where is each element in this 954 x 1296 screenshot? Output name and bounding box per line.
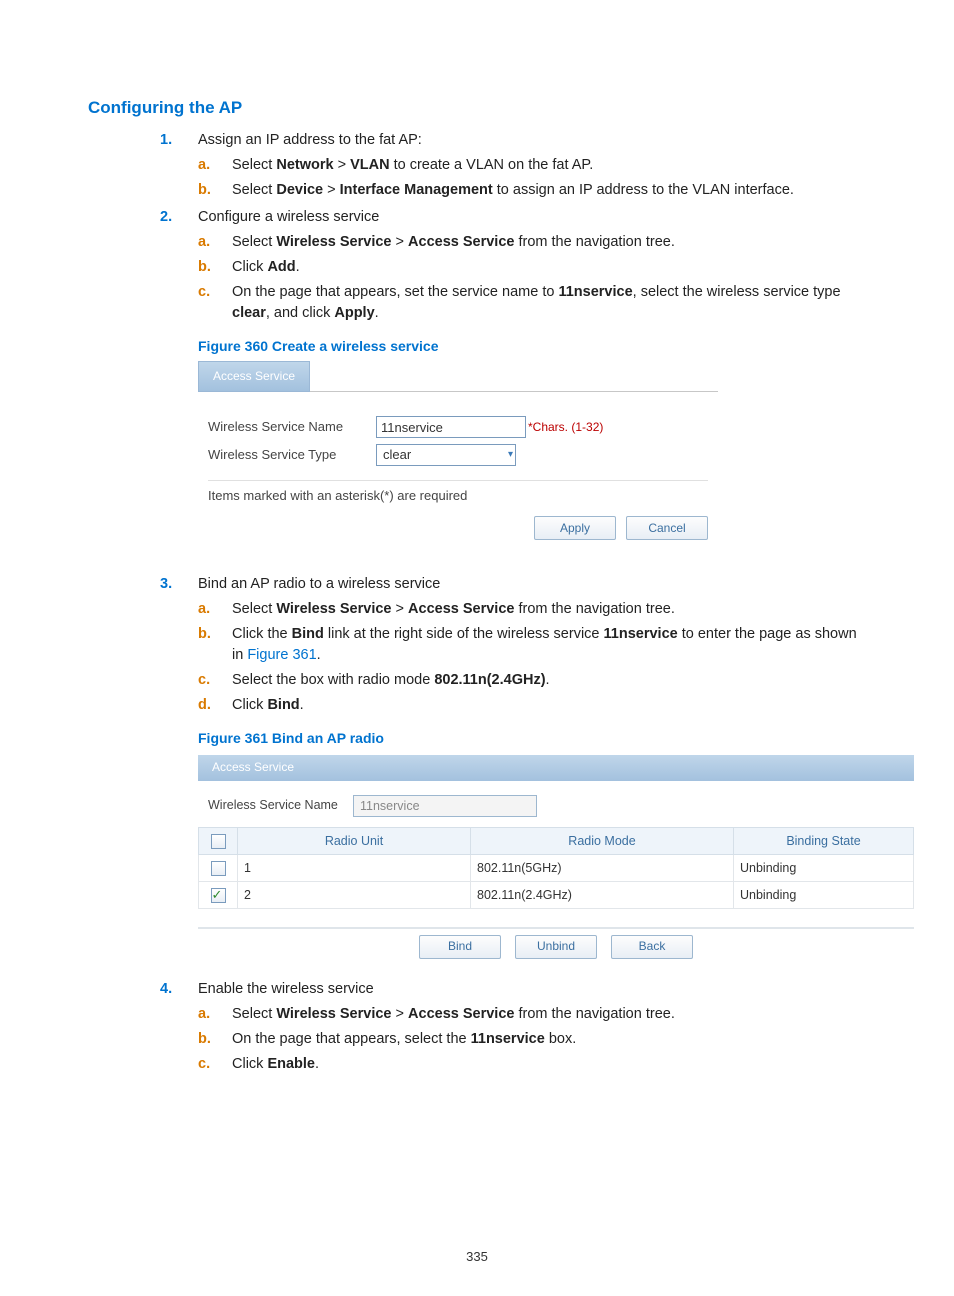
table-row: 2 802.11n(2.4GHz) Unbinding bbox=[199, 881, 914, 908]
th-radio-mode: Radio Mode bbox=[471, 827, 734, 854]
cancel-button[interactable]: Cancel bbox=[626, 516, 708, 540]
section-title: Configuring the AP bbox=[88, 0, 866, 130]
page-number: 335 bbox=[0, 1249, 954, 1264]
step-4-text: Enable the wireless service bbox=[198, 981, 374, 997]
unbind-button[interactable]: Unbind bbox=[515, 935, 597, 959]
step-3: 3. Bind an AP radio to a wireless servic… bbox=[160, 574, 866, 959]
figure-360: Access Service Wireless Service Name *Ch… bbox=[198, 362, 718, 548]
step-1b-marker: b. bbox=[198, 180, 211, 201]
step-4b: b. On the page that appears, select the … bbox=[198, 1029, 866, 1050]
step-3-marker: 3. bbox=[160, 574, 172, 595]
step-2-marker: 2. bbox=[160, 207, 172, 228]
th-radio-unit: Radio Unit bbox=[238, 827, 471, 854]
cell-radio-unit: 2 bbox=[238, 881, 471, 908]
th-binding-state: Binding State bbox=[734, 827, 914, 854]
step-1a: a. Select Network > VLAN to create a VLA… bbox=[198, 155, 866, 176]
figure-361-caption: Figure 361 Bind an AP radio bbox=[198, 728, 866, 748]
step-3b: b. Click the Bind link at the right side… bbox=[198, 624, 866, 666]
figure-361: Access Service Wireless Service Name Rad… bbox=[198, 755, 914, 959]
wireless-service-type-label: Wireless Service Type bbox=[208, 446, 376, 465]
cell-binding-state: Unbinding bbox=[734, 854, 914, 881]
back-button[interactable]: Back bbox=[611, 935, 693, 959]
cell-binding-state: Unbinding bbox=[734, 881, 914, 908]
cell-radio-mode: 802.11n(2.4GHz) bbox=[471, 881, 734, 908]
step-1-marker: 1. bbox=[160, 130, 172, 151]
apply-button[interactable]: Apply bbox=[534, 516, 616, 540]
step-4a: a. Select Wireless Service > Access Serv… bbox=[198, 1004, 866, 1025]
row-checkbox[interactable] bbox=[211, 861, 226, 876]
select-all-checkbox[interactable] bbox=[211, 834, 226, 849]
wireless-service-type-select[interactable]: clear ▾ bbox=[376, 444, 516, 466]
step-2-text: Configure a wireless service bbox=[198, 209, 379, 225]
step-1-text: Assign an IP address to the fat AP: bbox=[198, 132, 422, 148]
cell-radio-mode: 802.11n(5GHz) bbox=[471, 854, 734, 881]
step-3-text: Bind an AP radio to a wireless service bbox=[198, 576, 440, 592]
radio-table: Radio Unit Radio Mode Binding State 1 80… bbox=[198, 827, 914, 909]
step-1b: b. Select Device > Interface Management … bbox=[198, 180, 866, 201]
row-checkbox[interactable] bbox=[211, 888, 226, 903]
step-3a: a. Select Wireless Service > Access Serv… bbox=[198, 599, 866, 620]
step-2c: c. On the page that appears, set the ser… bbox=[198, 282, 866, 324]
step-4-marker: 4. bbox=[160, 979, 172, 1000]
step-1: 1. Assign an IP address to the fat AP: a… bbox=[160, 130, 866, 201]
step-4: 4. Enable the wireless service a. Select… bbox=[160, 979, 866, 1075]
wireless-service-name-label-2: Wireless Service Name bbox=[208, 798, 353, 813]
wireless-service-name-input[interactable] bbox=[376, 416, 526, 438]
step-2: 2. Configure a wireless service a. Selec… bbox=[160, 207, 866, 548]
chars-hint: *Chars. (1-32) bbox=[528, 419, 603, 436]
table-row: 1 802.11n(5GHz) Unbinding bbox=[199, 854, 914, 881]
required-note: Items marked with an asterisk(*) are req… bbox=[208, 480, 708, 506]
step-1a-marker: a. bbox=[198, 155, 210, 176]
tab-access-service-2[interactable]: Access Service bbox=[198, 754, 308, 781]
cell-radio-unit: 1 bbox=[238, 854, 471, 881]
step-3c: c. Select the box with radio mode 802.11… bbox=[198, 670, 866, 691]
chevron-down-icon: ▾ bbox=[508, 448, 513, 463]
step-2a: a. Select Wireless Service > Access Serv… bbox=[198, 232, 866, 253]
step-3d: d. Click Bind. bbox=[198, 695, 866, 716]
bind-button[interactable]: Bind bbox=[419, 935, 501, 959]
step-4c: c. Click Enable. bbox=[198, 1054, 866, 1075]
step-2b: b. Click Add. bbox=[198, 257, 866, 278]
tab-access-service[interactable]: Access Service bbox=[198, 361, 310, 392]
wireless-service-name-label: Wireless Service Name bbox=[208, 418, 376, 437]
figure-360-caption: Figure 360 Create a wireless service bbox=[198, 336, 866, 356]
figure-361-link[interactable]: Figure 361 bbox=[247, 647, 316, 663]
wireless-service-name-readonly bbox=[353, 795, 537, 817]
